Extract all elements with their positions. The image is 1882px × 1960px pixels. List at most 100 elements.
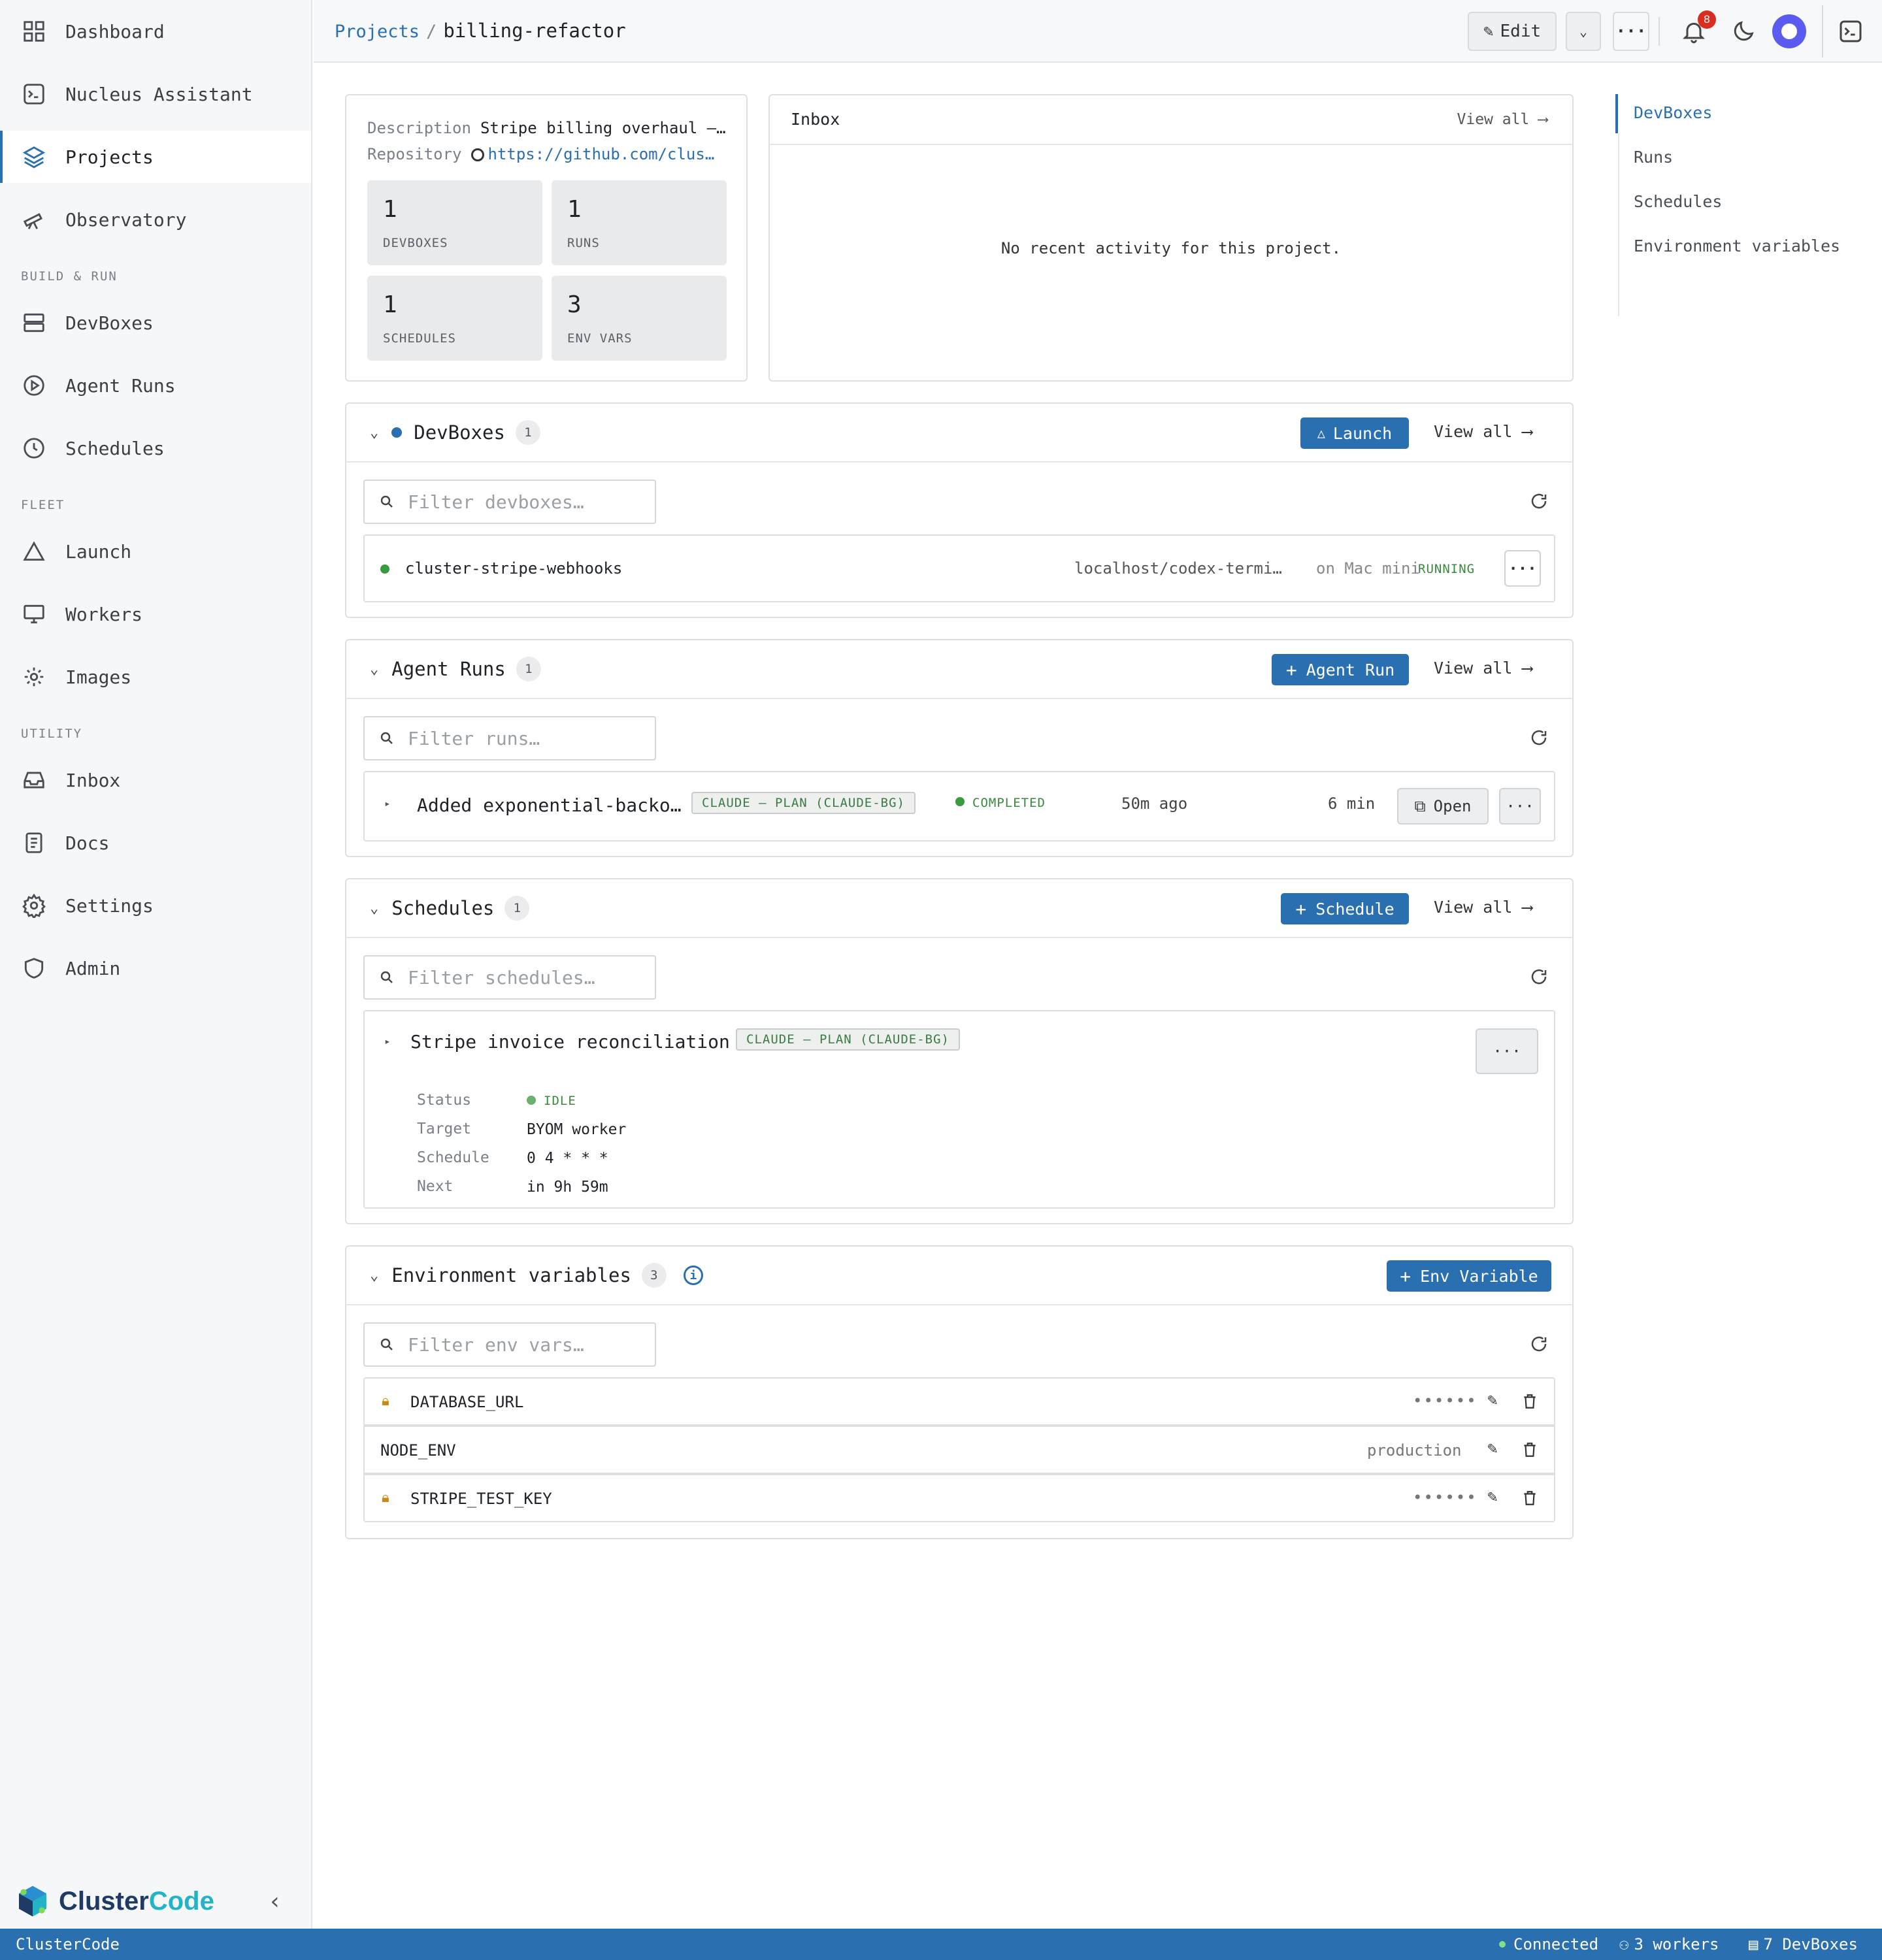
sidebar-item-nucleus-assistant[interactable]: Nucleus Assistant (0, 68, 311, 120)
env-var-row[interactable]: 🔒︎ STRIPE_TEST_KEY •••••• ✎ (363, 1474, 1555, 1522)
refresh-icon[interactable] (1529, 1334, 1549, 1354)
edit-button[interactable]: ✎ Edit (1468, 12, 1557, 51)
sidebar-item-label: Docs (65, 832, 110, 854)
sidebar-item-docs[interactable]: Docs (0, 817, 311, 869)
repository-key: Repository (367, 145, 462, 163)
devboxes-view-all-link[interactable]: View all ⟶ (1434, 422, 1532, 441)
triangle-icon: △ (1317, 425, 1325, 441)
sidebar-item-workers[interactable]: Workers (0, 588, 311, 640)
run-name[interactable]: Added exponential-backo… (417, 794, 682, 816)
stat-value: 1 (383, 291, 397, 318)
pencil-icon[interactable]: ✎ (1487, 1487, 1498, 1507)
devboxes-filter-input[interactable]: Filter devboxes… (363, 480, 656, 524)
devboxes-status[interactable]: ▤ 7 DevBoxes (1749, 1935, 1858, 1953)
more-actions-button[interactable]: ··· (1613, 12, 1649, 51)
sidebar-item-devboxes[interactable]: DevBoxes (0, 297, 311, 349)
completed-status-dot (955, 797, 965, 806)
trash-icon[interactable] (1521, 1441, 1538, 1458)
sidebar-item-launch[interactable]: Launch (0, 525, 311, 578)
refresh-icon[interactable] (1529, 967, 1549, 987)
pencil-icon[interactable]: ✎ (1487, 1390, 1498, 1410)
toc-item-environment-variables[interactable]: Environment variables (1634, 237, 1840, 255)
stat-devboxes[interactable]: 1 DEVBOXES (367, 180, 542, 265)
avatar[interactable] (1772, 14, 1806, 48)
breadcrumb-projects-link[interactable]: Projects (335, 22, 420, 42)
open-run-button[interactable]: ⧉ Open (1397, 788, 1489, 825)
inbox-title: Inbox (791, 110, 840, 129)
schedule-field-values: IDLE BYOM worker 0 4 * * * in 9h 59m (527, 1086, 626, 1201)
expand-caret-icon[interactable]: ▸ (384, 1035, 391, 1047)
sidebar-item-agent-runs[interactable]: Agent Runs (0, 359, 311, 412)
sidebar-item-projects[interactable]: Projects (0, 131, 311, 183)
ellipsis-icon: ··· (1508, 559, 1537, 578)
ellipsis-icon: ··· (1615, 22, 1647, 41)
shield-icon (21, 955, 47, 981)
sidebar-item-images[interactable]: Images (0, 651, 311, 703)
filter-placeholder: Filter devboxes… (408, 491, 584, 513)
connected-dot (1499, 1941, 1506, 1948)
sidebar-item-dashboard[interactable]: Dashboard (0, 5, 311, 57)
field-value-status: IDLE (527, 1086, 626, 1115)
section-title: DevBoxes (414, 421, 505, 444)
view-all-label: View all (1434, 659, 1513, 678)
stat-runs[interactable]: 1 RUNS (552, 180, 727, 265)
runs-view-all-link[interactable]: View all ⟶ (1434, 659, 1532, 678)
sidebar-item-schedules[interactable]: Schedules (0, 422, 311, 474)
collapse-sidebar-icon[interactable]: ‹ (268, 1888, 282, 1915)
add-agent-run-button[interactable]: + Agent Run (1272, 654, 1409, 685)
launch-button[interactable]: △ Launch (1300, 417, 1409, 449)
run-more-button[interactable]: ··· (1499, 788, 1541, 825)
inbox-icon (21, 767, 47, 793)
edit-dropdown-button[interactable]: ⌄ (1566, 12, 1601, 51)
workers-status[interactable]: ⚇ 3 workers (1619, 1935, 1719, 1953)
sidebar-item-inbox[interactable]: Inbox (0, 754, 311, 806)
agent-run-row[interactable]: ▸ Added exponential-backo… CLAUDE — PLAN… (363, 771, 1555, 841)
toc-item-schedules[interactable]: Schedules (1634, 192, 1722, 211)
chevron-down-icon[interactable]: ⌄ (370, 425, 378, 441)
schedule-more-button[interactable]: ··· (1476, 1028, 1538, 1074)
chevron-down-icon[interactable]: ⌄ (370, 661, 378, 678)
schedule-row[interactable]: ▸ Stripe invoice reconciliation CLAUDE —… (363, 1010, 1555, 1209)
toc-item-devboxes[interactable]: DevBoxes (1634, 103, 1712, 122)
info-icon[interactable]: i (683, 1266, 703, 1285)
chevron-down-icon[interactable]: ⌄ (370, 1267, 378, 1284)
env-var-row[interactable]: 🔒︎ DATABASE_URL •••••• ✎ (363, 1377, 1555, 1426)
assistant-panel-icon[interactable] (1838, 18, 1864, 44)
devbox-name[interactable]: cluster-stripe-webhooks (405, 559, 622, 578)
inbox-view-all-link[interactable]: View all ⟶ (1457, 111, 1548, 128)
pencil-icon[interactable]: ✎ (1487, 1439, 1498, 1458)
toc-item-runs[interactable]: Runs (1634, 148, 1673, 167)
field-value-schedule: 0 4 * * * (527, 1150, 608, 1167)
devbox-status: RUNNING (1418, 562, 1476, 576)
trash-icon[interactable] (1521, 1490, 1538, 1507)
devbox-more-button[interactable]: ··· (1504, 550, 1541, 587)
run-agent-tag: CLAUDE — PLAN (CLAUDE-BG) (691, 792, 916, 814)
trash-icon[interactable] (1521, 1393, 1538, 1410)
add-schedule-button[interactable]: + Schedule (1281, 893, 1409, 924)
refresh-icon[interactable] (1529, 491, 1549, 511)
schedules-filter-input[interactable]: Filter schedules… (363, 955, 656, 1000)
ellipsis-icon: ··· (1506, 797, 1534, 815)
devbox-image: localhost/codex-termi… (1074, 559, 1282, 578)
sidebar-item-settings[interactable]: Settings (0, 879, 311, 932)
env-vars-filter-input[interactable]: Filter env vars… (363, 1322, 656, 1367)
stat-env-vars[interactable]: 3 ENV VARS (552, 276, 727, 361)
repository-link[interactable]: https://github.com/clus… (488, 145, 715, 163)
runs-filter-input[interactable]: Filter runs… (363, 716, 656, 760)
refresh-icon[interactable] (1529, 728, 1549, 747)
sidebar-item-observatory[interactable]: Observatory (0, 193, 311, 246)
schedule-name[interactable]: Stripe invoice reconciliation (410, 1031, 730, 1053)
dark-mode-toggle-icon[interactable] (1730, 18, 1757, 44)
field-value-next: in 9h 59m (527, 1179, 608, 1196)
add-env-variable-button[interactable]: + Env Variable (1387, 1260, 1551, 1292)
section-title: Schedules (391, 897, 495, 919)
chevron-down-icon[interactable]: ⌄ (370, 900, 378, 917)
expand-caret-icon[interactable]: ▸ (384, 797, 391, 809)
env-var-row[interactable]: NODE_ENV production ✎ (363, 1426, 1555, 1474)
telescope-icon (21, 206, 47, 233)
sidebar-item-admin[interactable]: Admin (0, 942, 311, 994)
stat-schedules[interactable]: 1 SCHEDULES (367, 276, 542, 361)
schedules-view-all-link[interactable]: View all ⟶ (1434, 898, 1532, 917)
devbox-row[interactable]: cluster-stripe-webhooks localhost/codex-… (363, 534, 1555, 602)
page-title: billing-refactor (443, 20, 626, 42)
